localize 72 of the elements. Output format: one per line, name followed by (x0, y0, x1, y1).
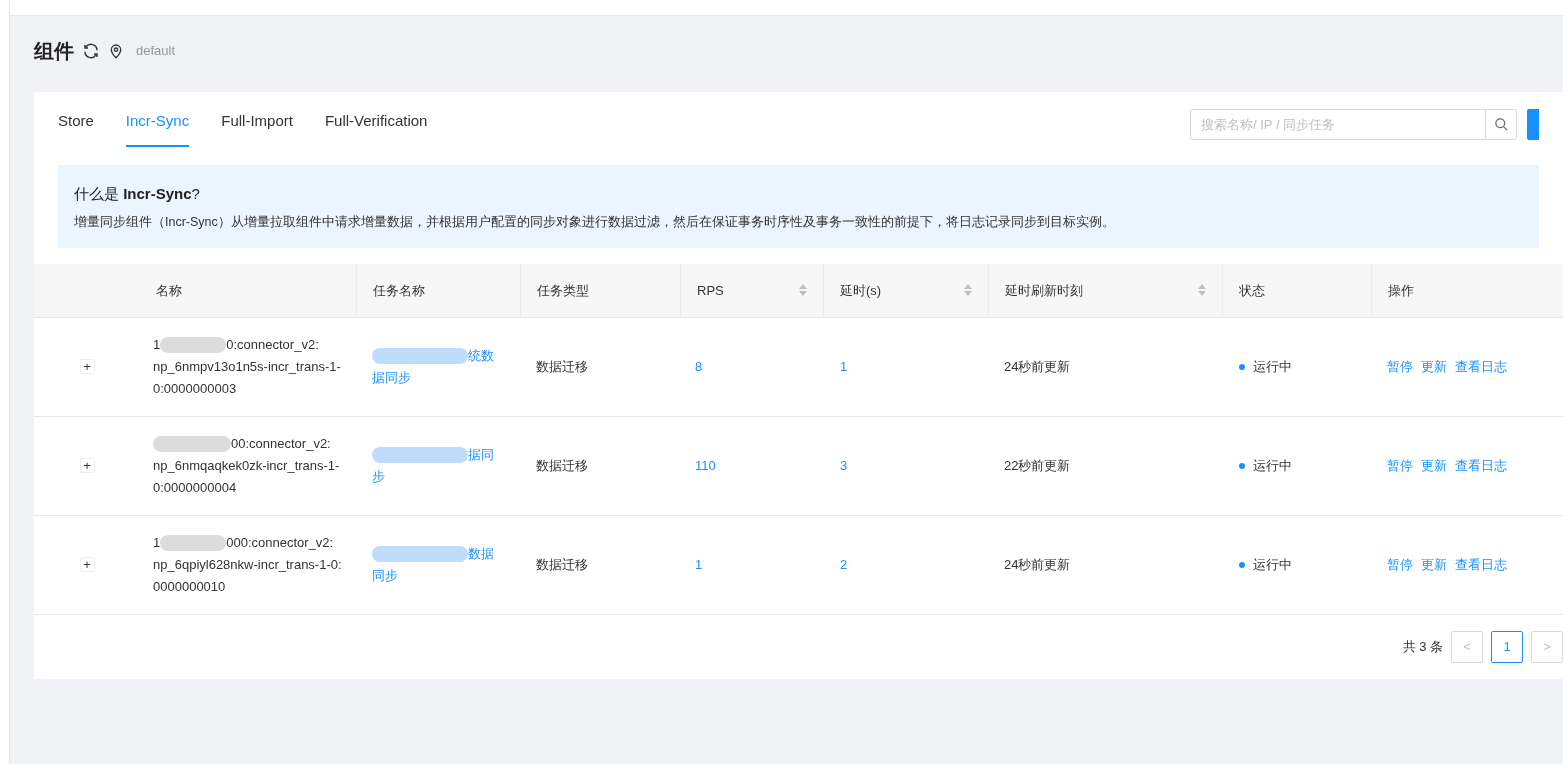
refresh-icon[interactable] (82, 42, 100, 60)
component-name: np_6nmpv13o1n5s-incr_trans-1-0:0000000003 (153, 357, 342, 398)
action-link[interactable]: 更新 (1421, 555, 1447, 575)
delay-link[interactable]: 3 (823, 456, 865, 476)
table-cell-text: 数据迁移 (535, 358, 589, 376)
tab[interactable]: Full-Verification (324, 102, 428, 147)
column-header: 操作 (1371, 263, 1563, 317)
expand-button[interactable]: + (79, 359, 95, 375)
name-prefix: 1 (153, 335, 161, 354)
task-link[interactable]: 据同步 (372, 366, 411, 389)
total-count: 共 3 条 (1402, 638, 1443, 656)
expand-button[interactable]: + (79, 557, 95, 573)
status-text: 运行中 (1253, 358, 1292, 376)
component-name: np_6nmqaqkek0zk-incr_trans-1-0:0000000004 (153, 456, 341, 497)
status-text: 运行中 (1253, 556, 1292, 574)
column-header: 状态 (1222, 263, 1371, 317)
column-header[interactable]: 延时刷新时刻 (988, 263, 1222, 317)
table-cell-text: 24秒前更新 (1003, 556, 1072, 574)
table-cell-text: 数据迁移 (535, 457, 589, 475)
redaction-blur (160, 534, 227, 551)
location-pin-icon (108, 43, 124, 59)
rps-link[interactable]: 8 (680, 357, 718, 377)
action-link[interactable]: 查看日志 (1455, 456, 1507, 476)
action-link[interactable]: 暂停 (1387, 357, 1413, 377)
task-link[interactable]: 步 (372, 465, 385, 488)
action-button[interactable] (1527, 108, 1539, 140)
task-link[interactable]: 同步 (372, 564, 398, 587)
tab[interactable]: Store (58, 102, 94, 147)
column-header[interactable]: RPS (680, 263, 823, 317)
sort-icon[interactable] (799, 284, 807, 297)
tab[interactable]: Full-Import (221, 102, 293, 147)
column-header[interactable]: 延时(s) (823, 263, 988, 317)
rps-link[interactable]: 110 (680, 456, 731, 476)
component-name: 0:connector_v2: (226, 335, 319, 354)
delay-link[interactable]: 1 (823, 357, 865, 377)
column-header: 任务名称 (356, 263, 520, 317)
component-name: np_6qpiyl628nkw-incr_trans-1-0:0000000010 (153, 555, 343, 596)
action-link[interactable]: 更新 (1421, 456, 1447, 476)
prev-page-button[interactable]: < (1451, 630, 1483, 663)
tab[interactable]: Incr-Sync (125, 102, 190, 147)
sort-icon[interactable] (1198, 284, 1206, 297)
task-link[interactable]: 数据 (468, 542, 494, 565)
table-cell-text: 24秒前更新 (1003, 358, 1072, 376)
name-prefix: 1 (153, 533, 161, 552)
action-link[interactable]: 更新 (1421, 357, 1447, 377)
redaction-blur (160, 336, 227, 353)
column-header: 名称 (155, 281, 183, 300)
table-cell-text: 数据迁移 (535, 556, 589, 574)
info-title: 什么是 Incr-Sync? (74, 183, 201, 204)
action-link[interactable]: 查看日志 (1455, 357, 1507, 377)
page-button[interactable]: 1 (1491, 630, 1523, 663)
rps-link[interactable]: 1 (680, 555, 718, 575)
column-header: 任务类型 (520, 263, 680, 317)
action-link[interactable]: 暂停 (1387, 555, 1413, 575)
status-text: 运行中 (1253, 457, 1292, 475)
info-text: 增量同步组件（Incr-Sync）从增量拉取组件中请求增量数据，并根据用户配置的同步对象进行数据过滤，然后在保证事务时序性及事务一致性的前提下，将日志记录同步到目标实例。 (74, 214, 1116, 231)
next-page-button[interactable]: > (1531, 630, 1563, 663)
task-link[interactable]: 统数 (468, 344, 494, 367)
action-link[interactable]: 暂停 (1387, 456, 1413, 476)
search-button[interactable] (1486, 108, 1517, 140)
table-cell-text: 22秒前更新 (1003, 457, 1072, 475)
search-field[interactable]: 搜索名称/ IP / 同步任务 (1190, 108, 1486, 140)
component-name: 000:connector_v2: (226, 533, 334, 552)
namespace-label: default (136, 42, 176, 61)
component-name: 00:connector_v2: (231, 434, 331, 453)
page-title: 组件 (34, 39, 74, 64)
delay-link[interactable]: 2 (823, 555, 865, 575)
sort-icon[interactable] (964, 284, 972, 297)
search-icon (1493, 116, 1509, 132)
action-link[interactable]: 查看日志 (1455, 555, 1507, 575)
task-link[interactable]: 据同 (468, 443, 494, 466)
expand-button[interactable]: + (79, 458, 95, 474)
